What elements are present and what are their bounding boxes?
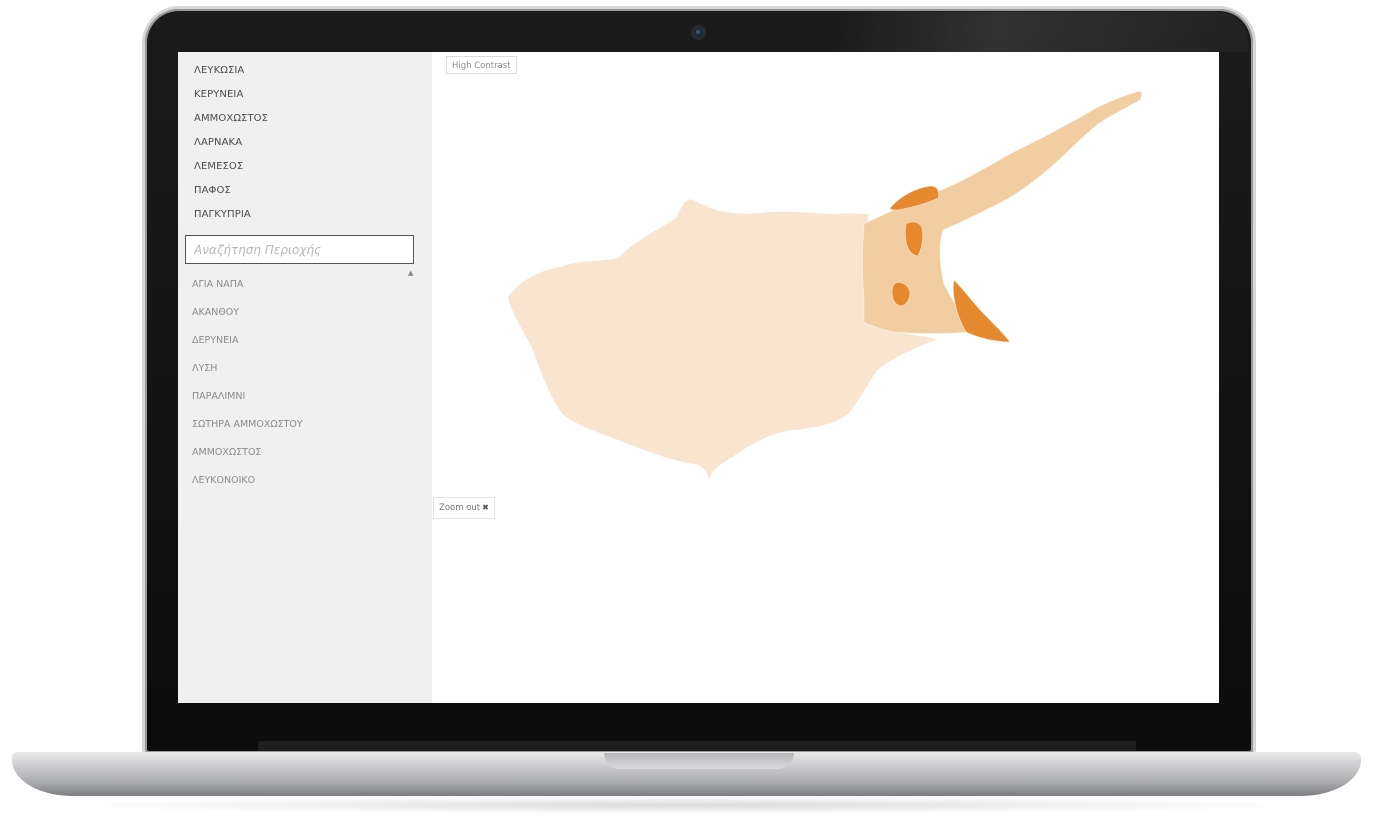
laptop-shadow [60, 796, 1310, 814]
zoom-out-button[interactable]: Zoom out ✖ [433, 497, 495, 519]
cyprus-map[interactable] [178, 52, 1219, 703]
laptop-bezel-bottom [258, 741, 1136, 751]
high-contrast-button[interactable]: High Contrast [446, 56, 517, 74]
map-region-highlight-west[interactable] [891, 282, 911, 307]
laptop-notch [604, 753, 794, 769]
camera-icon [693, 27, 704, 38]
lid-reflection [830, 12, 1248, 52]
close-icon: ✖ [482, 503, 489, 512]
screen: ΛΕΥΚΩΣΙΑ ΚΕΡΥΝΕΙΑ ΑΜΜΟΧΩΣΤΟΣ ΛΑΡΝΑΚΑ ΛΕΜ… [178, 52, 1219, 703]
zoom-out-label: Zoom out [439, 503, 481, 513]
